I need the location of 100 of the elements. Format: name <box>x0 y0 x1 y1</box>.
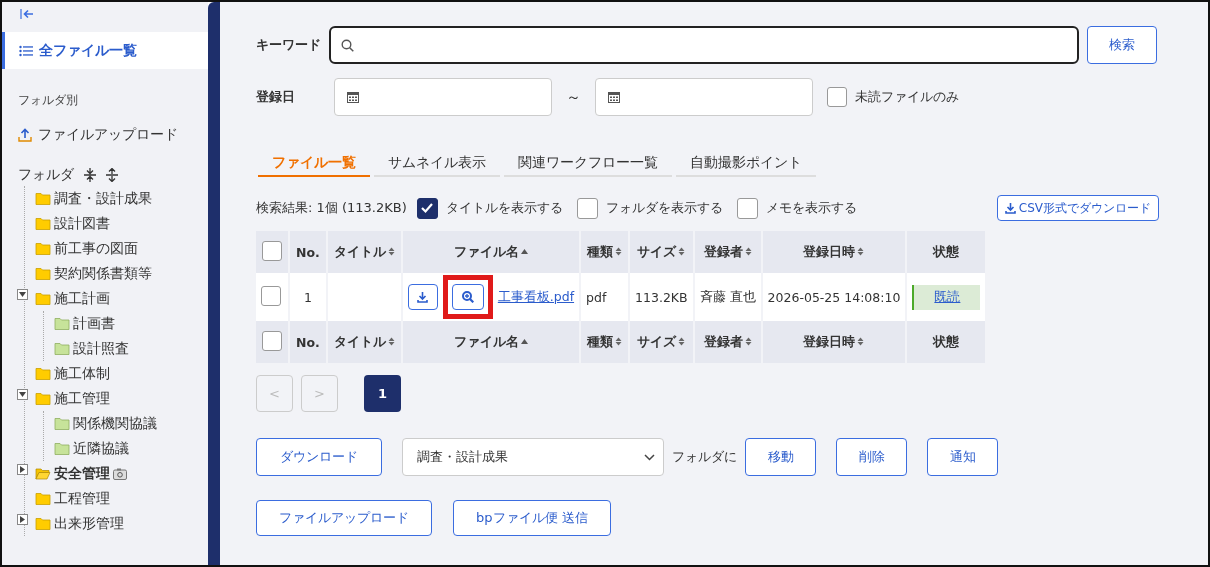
checkbox[interactable] <box>261 285 281 306</box>
action-button[interactable]: 移動 <box>745 438 816 476</box>
folder-icon <box>54 317 70 330</box>
checkbox[interactable] <box>736 197 758 219</box>
action-button[interactable]: 通知 <box>927 438 998 476</box>
option-label: フォルダを表示する <box>605 199 723 217</box>
column-header[interactable]: ファイル名 <box>402 321 580 363</box>
folder-tree-item[interactable]: 近隣協議 <box>73 439 129 458</box>
collapse-toggle[interactable] <box>17 289 28 300</box>
folder-icon <box>35 292 51 305</box>
column-header[interactable]: タイトル <box>327 321 401 363</box>
folder-icon <box>35 492 51 505</box>
column-header[interactable]: 登録者 <box>694 231 761 273</box>
collapse-toggle[interactable] <box>17 389 28 400</box>
file-upload-button[interactable]: ファイルアップロード <box>256 500 432 536</box>
column-header[interactable]: サイズ <box>630 231 693 273</box>
calendar-icon <box>608 91 620 103</box>
column-header[interactable]: 登録日時 <box>762 231 906 273</box>
folder-icon <box>35 267 51 280</box>
keyword-label: キーワード <box>256 36 321 54</box>
folder-icon <box>35 367 51 380</box>
checkbox[interactable] <box>262 330 282 351</box>
file-type-cell: pdf <box>581 273 629 321</box>
collapse-sidebar-icon <box>20 8 34 20</box>
chevron-down-icon <box>644 453 655 461</box>
csv-download-button[interactable]: CSV形式でダウンロード <box>996 195 1159 221</box>
column-header[interactable]: 種類 <box>581 231 629 273</box>
list-icon <box>19 44 33 57</box>
check-icon <box>420 201 435 215</box>
column-header[interactable]: 状態 <box>907 231 986 273</box>
folder-tree-item[interactable]: 施工管理 <box>54 389 110 408</box>
registered-at-cell: 2026-05-25 14:08:10 <box>762 273 906 321</box>
tab[interactable]: 自動撮影ポイント <box>676 150 816 177</box>
folder-icon <box>35 517 51 530</box>
folder-tree-item[interactable]: 出来形管理 <box>54 514 124 533</box>
column-header[interactable]: 状態 <box>907 321 986 363</box>
expand-all-icon <box>106 168 118 182</box>
download-icon <box>417 291 429 303</box>
option-label: メモを表示する <box>765 199 857 217</box>
search-button[interactable]: 検索 <box>1087 26 1157 64</box>
folder-icon <box>35 392 51 405</box>
folder-suffix-label: フォルダに <box>672 448 737 466</box>
download-button[interactable]: ダウンロード <box>256 438 382 476</box>
file-name-link[interactable]: 工事看板.pdf <box>497 288 575 306</box>
folder-icon <box>54 342 70 355</box>
checkbox[interactable] <box>827 87 847 107</box>
registrant-cell: 斉藤 直也 <box>694 273 761 321</box>
end-date-field[interactable] <box>595 78 813 116</box>
preview-button[interactable] <box>451 284 484 310</box>
folder-tree-item[interactable]: 契約関係書類等 <box>54 264 152 283</box>
column-header[interactable]: 種類 <box>581 321 629 363</box>
column-header[interactable]: No. <box>290 321 326 363</box>
folder-tree-item[interactable]: 関係機関協議 <box>73 414 157 433</box>
folder-tree-item[interactable]: 安全管理 <box>54 464 110 483</box>
keyword-field[interactable] <box>329 26 1079 64</box>
checkbox[interactable] <box>262 240 282 261</box>
folder-tree-item[interactable]: 施工計画 <box>54 289 110 308</box>
unread-only-label: 未読ファイルのみ <box>855 88 959 106</box>
column-header[interactable]: サイズ <box>630 321 693 363</box>
tab[interactable]: サムネイル表示 <box>374 150 500 177</box>
folder-tree-item[interactable]: 設計図書 <box>54 214 110 233</box>
column-header[interactable]: ファイル名 <box>402 231 580 273</box>
column-header[interactable]: タイトル <box>327 231 401 273</box>
range-separator: ～ <box>566 87 581 107</box>
action-button[interactable]: 削除 <box>836 438 907 476</box>
folder-icon <box>35 192 51 205</box>
upload-icon <box>18 128 32 142</box>
folder-tree-item[interactable]: 設計照査 <box>73 339 129 358</box>
row-number-cell: 1 <box>290 273 326 321</box>
collapse-all-icon <box>84 168 96 182</box>
folder-tree-item[interactable]: 前工事の図面 <box>54 239 138 258</box>
download-button[interactable] <box>407 284 438 310</box>
all-files-nav-item[interactable]: 全ファイル一覧 <box>2 32 208 69</box>
page-button[interactable]: 1 <box>364 375 401 412</box>
folder-tree-item[interactable]: 計画書 <box>73 314 115 333</box>
checkbox[interactable] <box>416 197 438 219</box>
folder-heading: フォルダ <box>18 166 74 184</box>
column-header[interactable]: 登録日時 <box>762 321 906 363</box>
column-header[interactable]: 登録者 <box>694 321 761 363</box>
start-date-field[interactable] <box>334 78 552 116</box>
folder-icon <box>54 442 70 455</box>
folder-tree-item[interactable]: 工程管理 <box>54 489 110 508</box>
folder-tree-item[interactable]: 施工体制 <box>54 364 110 383</box>
folder-tree-item[interactable]: 調査・設計成果 <box>54 189 152 208</box>
zoom-in-icon <box>461 291 474 303</box>
checkbox[interactable] <box>576 197 598 219</box>
expand-toggle[interactable] <box>17 464 28 475</box>
folder-select[interactable]: 調査・設計成果 <box>402 438 664 476</box>
folder-icon <box>35 242 51 255</box>
column-header[interactable]: No. <box>290 231 326 273</box>
tab[interactable]: 関連ワークフロー一覧 <box>504 150 672 177</box>
option-label: タイトルを表示する <box>445 199 563 217</box>
folder-icon <box>35 217 51 230</box>
send-file-button[interactable]: bpファイル便 送信 <box>453 500 611 536</box>
expand-toggle[interactable] <box>17 514 28 525</box>
file-upload-link[interactable]: ファイルアップロード <box>38 126 178 144</box>
search-icon <box>341 38 354 52</box>
section-label: フォルダ別 <box>18 93 79 108</box>
file-size-cell: 113.2KB <box>630 273 693 321</box>
status-link[interactable]: 既読 <box>912 284 981 310</box>
